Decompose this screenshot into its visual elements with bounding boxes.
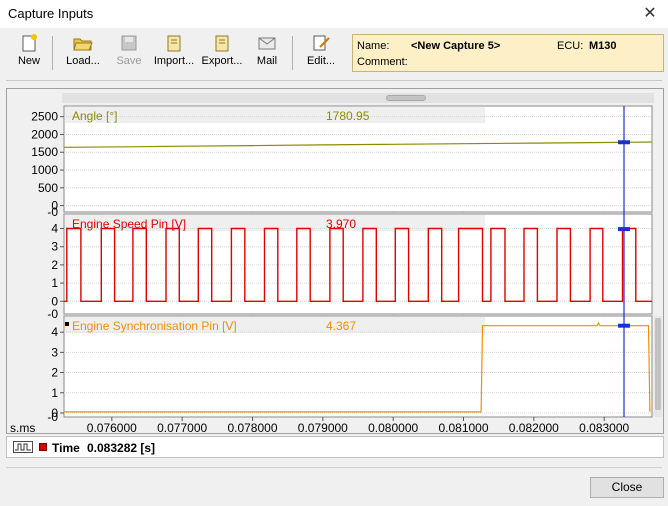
x-tick-label: 0.080000 [368, 421, 418, 435]
panel-series-name: Engine Speed Pin [V] [72, 217, 186, 231]
y-tick-label: 1 [51, 276, 58, 290]
y-tick-label: 500 [38, 181, 58, 195]
cursor-color-swatch [39, 443, 47, 451]
y-tick-label: 3 [51, 345, 58, 359]
y-tick-label: 2 [51, 258, 58, 272]
footer-divider [6, 467, 662, 468]
panel-series-name: Angle [°] [72, 109, 118, 123]
y-tick-label: 1000 [31, 163, 58, 177]
x-tick-label: 0.079000 [298, 421, 348, 435]
x-tick-label: 0.076000 [87, 421, 137, 435]
x-tick-label: 0.082000 [509, 421, 559, 435]
y-tick-label-min: -0 [47, 205, 58, 219]
y-tick-label: 1500 [31, 145, 58, 159]
x-tick-label: 0.081000 [438, 421, 488, 435]
y-tick-label: 4 [51, 325, 58, 339]
y-tick-label: 2500 [31, 110, 58, 124]
time-value: 0.083282 [s] [87, 441, 156, 455]
y-tick-label: 4 [51, 222, 58, 236]
x-axis-label: s.ms [10, 421, 35, 435]
y-tick-label: 2000 [31, 127, 58, 141]
y-tick-label-min: -0 [47, 410, 58, 424]
time-readout-bar: Time 0.083282 [s] [6, 436, 664, 458]
time-label: Time [52, 441, 80, 455]
panel-series-name: Engine Synchronisation Pin [V] [72, 319, 237, 333]
x-tick-label: 0.078000 [227, 421, 277, 435]
panel-marker [65, 322, 69, 326]
waveform-icon[interactable] [13, 441, 33, 453]
capture-plot[interactable]: 25002000150010005000-0Angle [°] 1780.9543… [0, 0, 668, 506]
panel-cursor-value: 1780.95 [326, 109, 370, 123]
panel-cursor-value: 3.970 [326, 217, 356, 231]
close-button[interactable]: Close [590, 477, 664, 498]
x-tick-label: 0.077000 [157, 421, 207, 435]
y-tick-label: 2 [51, 366, 58, 380]
panel-cursor-value: 4.367 [326, 319, 356, 333]
x-tick-label: 0.083000 [579, 421, 629, 435]
y-tick-label-min: -0 [47, 307, 58, 321]
y-tick-label: 1 [51, 386, 58, 400]
vertical-scrollbar-thumb[interactable] [655, 318, 661, 410]
panel-header [65, 107, 485, 123]
y-tick-label: 3 [51, 240, 58, 254]
